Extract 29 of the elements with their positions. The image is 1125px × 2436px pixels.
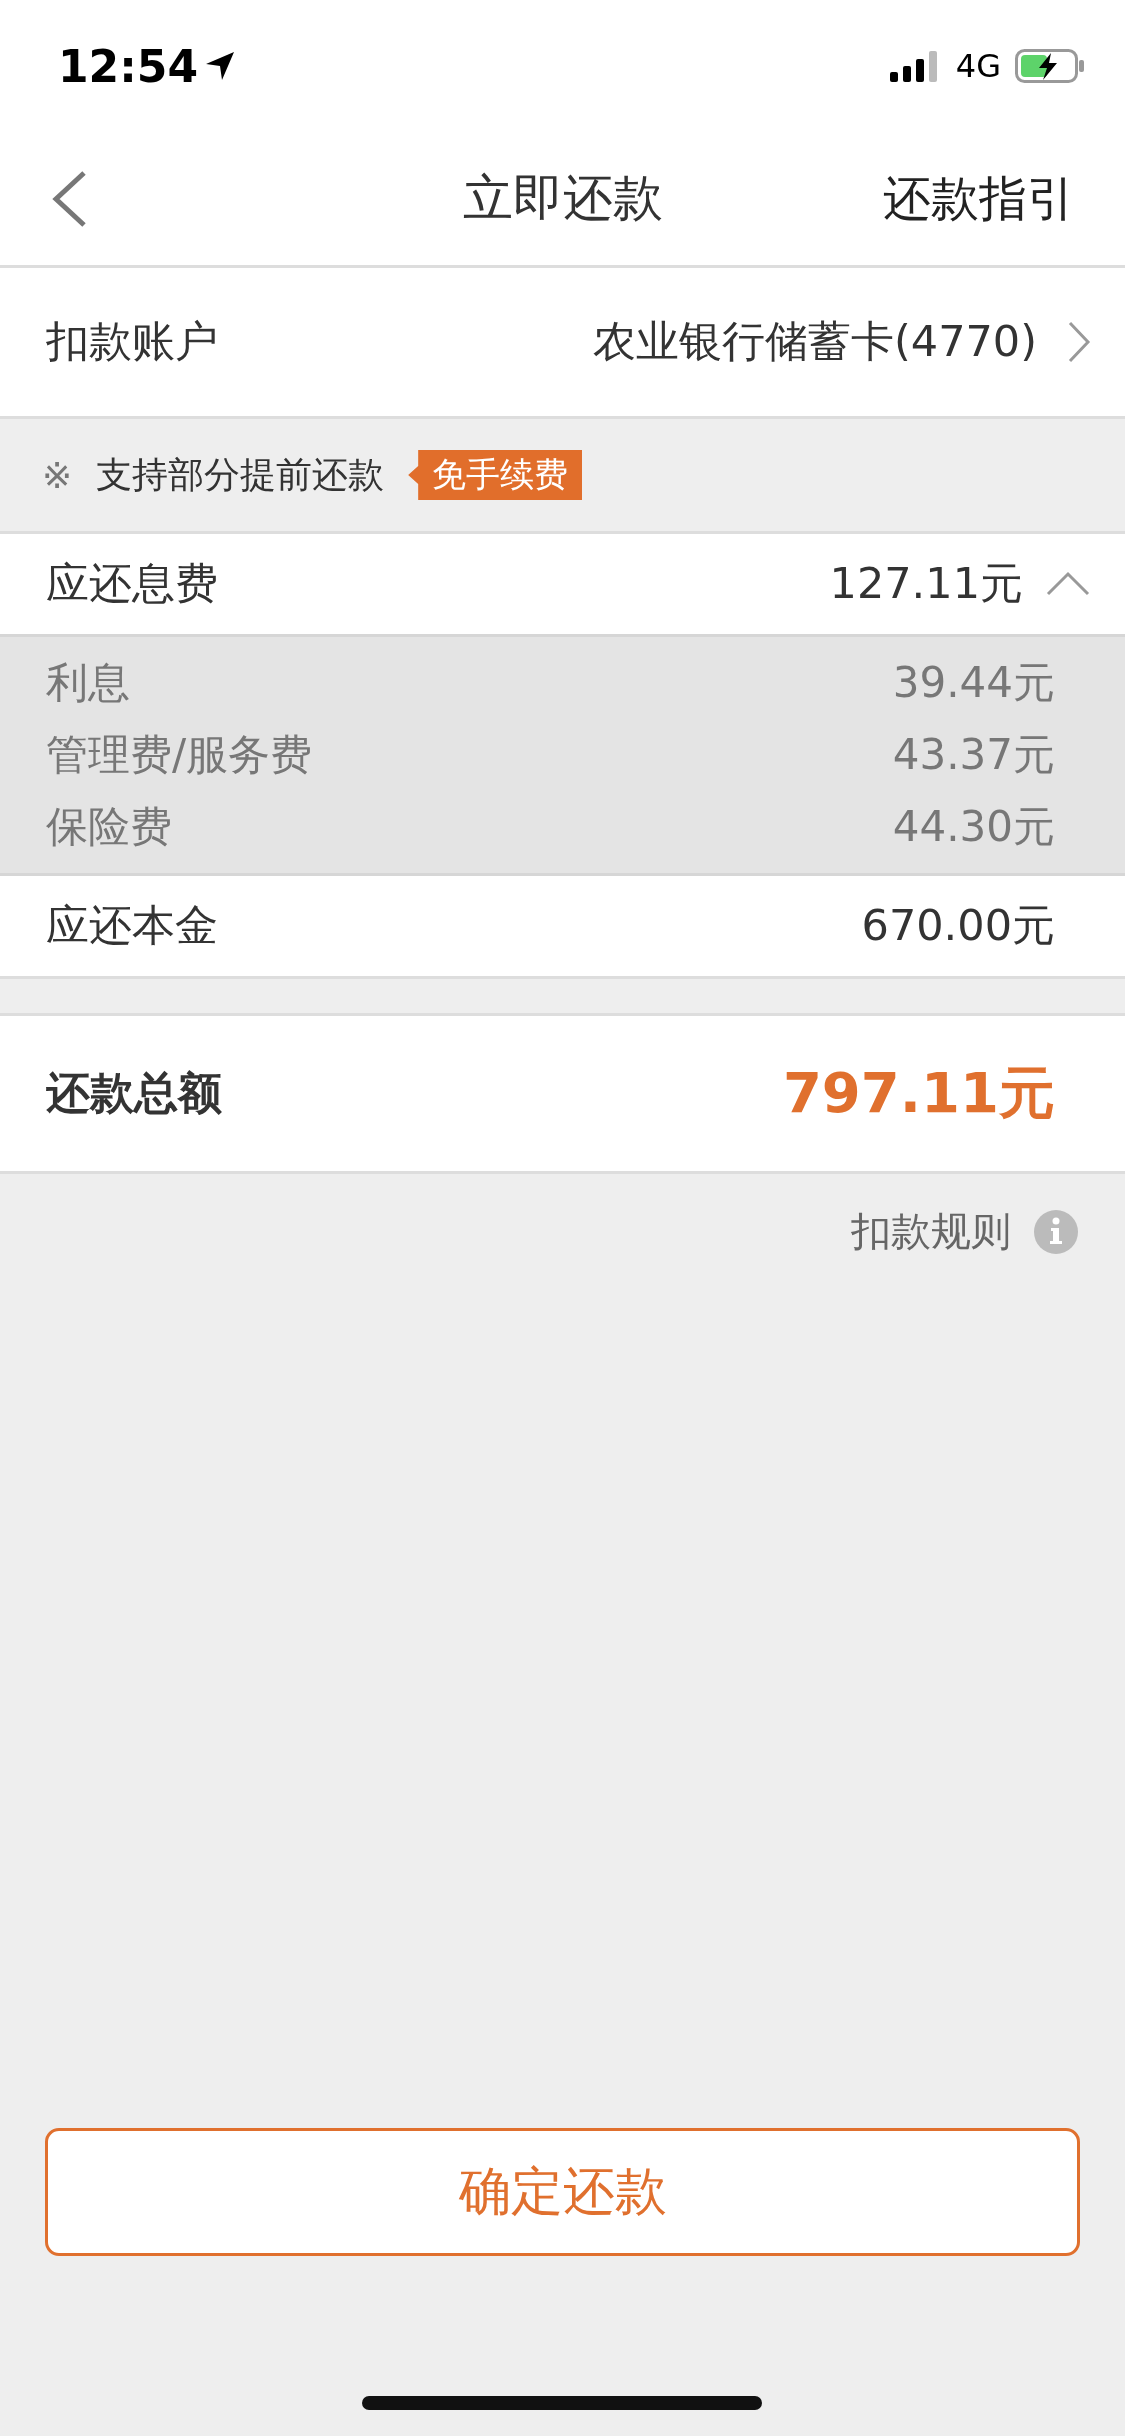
fee-value: 39.44元 <box>892 657 1055 709</box>
fee-value: 44.30元 <box>892 801 1055 853</box>
status-time: 12:54 <box>58 40 199 92</box>
account-value: 农业银行储蓄卡(4770) <box>593 315 1037 368</box>
fee-free-tag: 免手续费 <box>408 450 583 500</box>
info-icon[interactable] <box>1033 1208 1079 1255</box>
account-row[interactable]: 扣款账户 农业银行储蓄卡(4770) <box>0 268 1125 419</box>
location-arrow-icon <box>204 50 237 82</box>
fee-value: 43.37元 <box>892 729 1055 781</box>
principal-value: 670.00元 <box>861 899 1055 952</box>
principal-label: 应还本金 <box>46 899 218 952</box>
notice-mark: ※ <box>42 454 73 496</box>
battery-charging-icon <box>1015 49 1085 83</box>
deduction-rules-link[interactable]: 扣款规则 <box>851 1204 1011 1259</box>
fee-label: 管理费/服务费 <box>46 729 313 781</box>
fee-label: 利息 <box>46 657 130 709</box>
interest-value: 127.11元 <box>829 557 1023 610</box>
account-label: 扣款账户 <box>46 315 218 368</box>
notice-text: 支持部分提前还款 <box>96 452 385 497</box>
chevron-up-icon[interactable] <box>1045 571 1091 597</box>
repayment-guide-link[interactable]: 还款指引 <box>883 166 1075 231</box>
network-label: 4G <box>955 47 1001 85</box>
total-label: 还款总额 <box>46 1066 222 1120</box>
interest-label: 应还息费 <box>46 557 218 610</box>
fee-label: 保险费 <box>46 801 172 853</box>
page-title: 立即还款 <box>462 169 663 227</box>
interest-row[interactable]: 应还息费 127.11元 <box>0 534 1125 637</box>
total-amount: 797.11元 <box>782 1058 1055 1127</box>
chevron-right-icon <box>1067 320 1091 364</box>
